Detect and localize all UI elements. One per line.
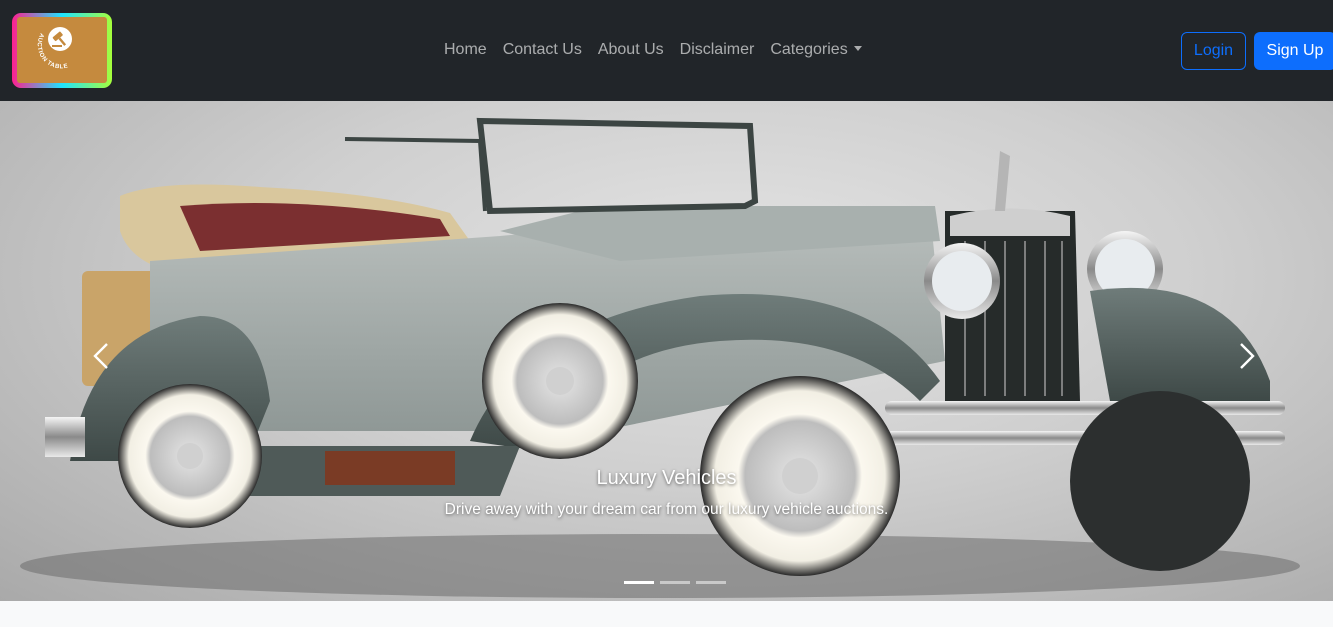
- nav-link-contact-us[interactable]: Contact Us: [503, 41, 582, 59]
- login-button[interactable]: Login: [1181, 32, 1246, 70]
- caret-down-icon: [853, 46, 862, 51]
- chevron-right-icon: [1240, 343, 1255, 369]
- vintage-car-image: [20, 117, 1300, 598]
- nav-link-home[interactable]: Home: [444, 41, 487, 59]
- nav-link-about-us[interactable]: About Us: [598, 41, 664, 59]
- slide-title: Luxury Vehicles: [596, 467, 737, 489]
- categories-label: Categories: [770, 41, 848, 58]
- hero-carousel: Luxury Vehicles Drive away with your dre…: [0, 101, 1333, 601]
- nav-menu: Home Contact Us About Us Disclaimer Cate…: [434, 38, 870, 62]
- logo-badge: AUCTION TABLE: [17, 17, 107, 83]
- carousel-indicator-1[interactable]: [624, 581, 654, 584]
- signup-button[interactable]: Sign Up: [1254, 32, 1333, 70]
- chevron-left-icon: [93, 343, 108, 369]
- carousel-next-button[interactable]: [1232, 336, 1262, 376]
- carousel-prev-button[interactable]: [88, 336, 118, 376]
- categories-dropdown[interactable]: Categories: [770, 41, 862, 59]
- slide-description: Drive away with your dream car from our …: [444, 501, 889, 518]
- nav-link-disclaimer[interactable]: Disclaimer: [680, 41, 755, 59]
- carousel-indicator-3[interactable]: [696, 581, 726, 584]
- carousel-indicator-2[interactable]: [660, 581, 690, 584]
- carousel-indicators: [624, 581, 732, 584]
- brand-logo[interactable]: AUCTION TABLE: [12, 13, 112, 88]
- logo-emblem: AUCTION TABLE: [36, 27, 72, 70]
- page-below-carousel: [0, 601, 1333, 627]
- navbar: AUCTION TABLE Home Contact Us About Us D…: [0, 0, 1333, 101]
